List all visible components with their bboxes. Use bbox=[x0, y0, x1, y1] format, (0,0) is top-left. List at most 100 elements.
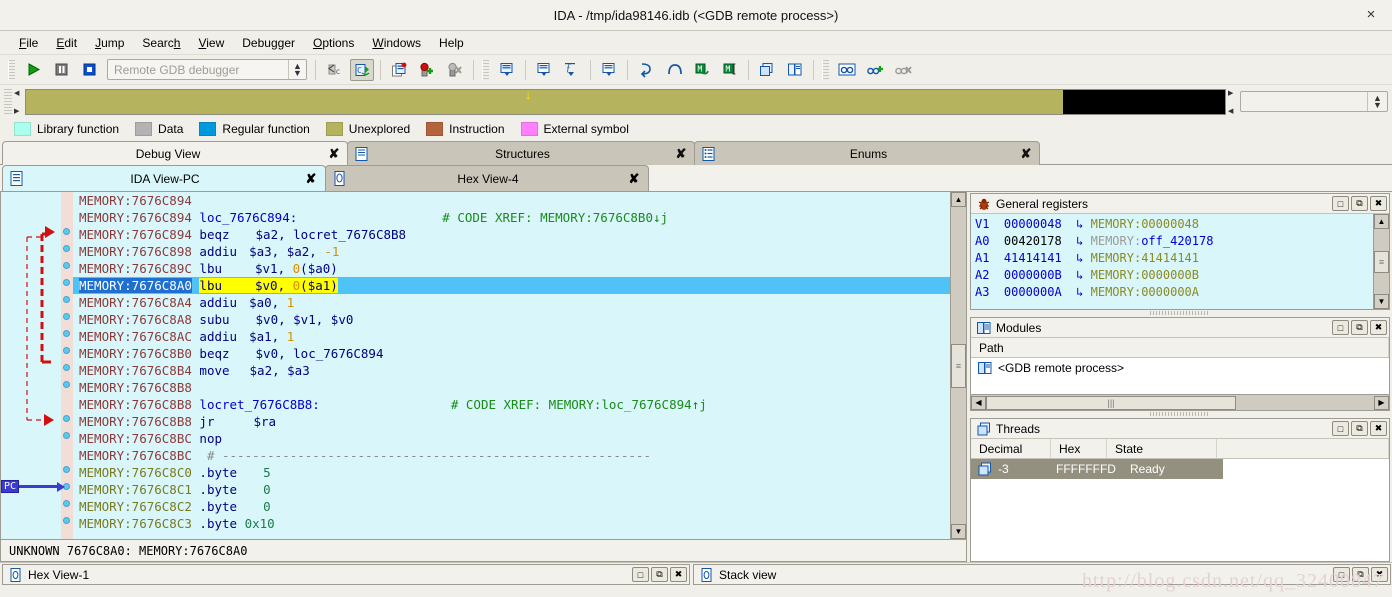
code-label[interactable]: loc_7676C894: bbox=[199, 210, 297, 225]
code-operands[interactable]: $ra bbox=[253, 414, 276, 429]
register-row[interactable]: A3 0000000A ↳ MEMORY:0000000A bbox=[975, 284, 1373, 301]
code-line[interactable]: MEMORY:7676C8B4 move $a2, $a3 bbox=[73, 362, 950, 379]
code-line[interactable]: MEMORY:7676C898 addiu $a3, $a2, -1 bbox=[73, 243, 950, 260]
threads-column-state[interactable]: State bbox=[1107, 439, 1217, 458]
code-line[interactable]: MEMORY:7676C8C0 .byte 5 bbox=[73, 464, 950, 481]
code-operands[interactable]: $a2, locret_7676C8B8 bbox=[256, 227, 407, 242]
toolbar-grip[interactable] bbox=[482, 59, 489, 80]
registers-vertical-scrollbar[interactable]: ▲ ≡ ▼ bbox=[1373, 214, 1389, 309]
tab-enums[interactable]: Enums ✘ bbox=[694, 141, 1040, 165]
code-line[interactable]: MEMORY:7676C894 bbox=[73, 192, 950, 209]
code-line[interactable]: MEMORY:7676C8BC # ----------------------… bbox=[73, 447, 950, 464]
debugger-select[interactable]: Remote GDB debugger ▲ ▼ bbox=[107, 59, 307, 80]
tab-structures[interactable]: Structures ✘ bbox=[347, 141, 695, 165]
modules-horizontal-scrollbar[interactable]: ◀ ||| ▶ bbox=[971, 394, 1389, 410]
code-line[interactable]: MEMORY:7676C8B8 locret_7676C8B8: # CODE X… bbox=[73, 396, 950, 413]
address-combo-spinner[interactable]: ▲ ▼ bbox=[1367, 92, 1387, 111]
add-watch-icon[interactable] bbox=[863, 59, 887, 81]
scroll-thumb[interactable]: ≡ bbox=[951, 343, 966, 388]
code-line[interactable]: MEMORY:7676C8B0 beqz $v0, loc_7676C894 bbox=[73, 345, 950, 362]
watch-view-icon[interactable] bbox=[835, 59, 859, 81]
scroll-up-icon[interactable]: ▲ bbox=[1374, 214, 1389, 229]
step-into-icon[interactable]: c bbox=[322, 59, 346, 81]
modules-window-icon[interactable] bbox=[783, 59, 807, 81]
modules-float-button[interactable]: ⧉ bbox=[1351, 320, 1368, 335]
refresh-module-icon[interactable]: M bbox=[690, 59, 714, 81]
bp-dot[interactable] bbox=[63, 347, 70, 354]
code-line[interactable]: MEMORY:7676C8C3 .byte 0x10 bbox=[73, 515, 950, 532]
bp-dot[interactable] bbox=[63, 330, 70, 337]
tab-structures-close-icon[interactable]: ✘ bbox=[674, 146, 688, 162]
bp-dot[interactable] bbox=[63, 432, 70, 439]
stackview-restore-button[interactable]: □ bbox=[1333, 567, 1350, 582]
toolbar-grip[interactable] bbox=[8, 59, 15, 80]
menu-item-windows[interactable]: Windows bbox=[363, 34, 430, 52]
register-target[interactable]: 41414141 bbox=[1141, 251, 1199, 265]
code-line-current[interactable]: MEMORY:7676C8A0 lbu $v0, 0($a1) bbox=[73, 277, 950, 294]
navband-left-arrows[interactable]: ◀ ▶ bbox=[12, 89, 23, 115]
registers-restore-button[interactable]: □ bbox=[1332, 196, 1349, 211]
code-line[interactable]: MEMORY:7676C89C lbu $v1, 0($a0) bbox=[73, 260, 950, 277]
scroll-right-icon[interactable]: ▶ bbox=[1374, 395, 1389, 410]
modules-list[interactable]: <GDB remote process> bbox=[971, 358, 1389, 394]
code-xref-comment[interactable]: # CODE XREF: MEMORY:7676C8B0↓j bbox=[442, 210, 668, 225]
scroll-left-icon[interactable]: ◀ bbox=[971, 395, 986, 410]
hexview-restore-button[interactable]: □ bbox=[632, 567, 649, 582]
run-button[interactable] bbox=[21, 59, 45, 81]
general-registers-body[interactable]: V1 00000048 ↳ MEMORY:00000048 A0 0042017… bbox=[971, 214, 1389, 309]
jump-back-icon[interactable] bbox=[634, 59, 658, 81]
structures-down-icon[interactable] bbox=[597, 59, 621, 81]
register-value[interactable]: 0000000B bbox=[1004, 268, 1062, 282]
modules-restore-button[interactable]: □ bbox=[1332, 320, 1349, 335]
disassembly-text[interactable]: MEMORY:7676C894 MEMORY:7676C894 loc_7676… bbox=[73, 192, 950, 539]
step-over-icon[interactable]: C bbox=[350, 58, 374, 81]
code-operands[interactable]: $a1, 1 bbox=[249, 329, 294, 344]
register-value[interactable]: 00420178 bbox=[1004, 234, 1062, 248]
tab-enums-close-icon[interactable]: ✘ bbox=[1019, 146, 1033, 162]
scroll-down-icon[interactable]: ▼ bbox=[1374, 294, 1389, 309]
modules-column-path[interactable]: Path bbox=[971, 338, 1389, 357]
bp-dot[interactable] bbox=[63, 279, 70, 286]
tab-hex-view-4-close-icon[interactable]: ✘ bbox=[626, 171, 642, 187]
code-line[interactable]: MEMORY:7676C8A8 subu $v0, $v1, $v0 bbox=[73, 311, 950, 328]
run-to-cursor-icon[interactable] bbox=[387, 59, 411, 81]
menu-item-debugger[interactable]: Debugger bbox=[233, 34, 304, 52]
bottom-tab-hex-view-1[interactable]: Hex View-1 □ ⧉ ✖ bbox=[2, 564, 690, 585]
code-data-value[interactable]: 0x10 bbox=[245, 516, 275, 531]
open-subviews-icon[interactable] bbox=[495, 59, 519, 81]
registers-close-button[interactable]: ✖ bbox=[1370, 196, 1387, 211]
code-operands[interactable]: $a2, $a3 bbox=[250, 363, 310, 378]
threads-column-decimal[interactable]: Decimal bbox=[971, 439, 1051, 458]
bp-dot[interactable] bbox=[63, 296, 70, 303]
table-row[interactable]: -3 FFFFFFFD Ready bbox=[971, 459, 1223, 479]
bp-dot[interactable] bbox=[63, 364, 70, 371]
stackview-close-button[interactable]: ✖ bbox=[1371, 567, 1388, 582]
register-row[interactable]: V1 00000048 ↳ MEMORY:00000048 bbox=[975, 216, 1373, 233]
code-xref-comment[interactable]: # CODE XREF: MEMORY:loc_7676C894↑j bbox=[451, 397, 707, 412]
code-data-value[interactable]: 5 bbox=[263, 465, 271, 480]
menu-item-jump[interactable]: Jump bbox=[86, 34, 133, 52]
code-line[interactable]: MEMORY:7676C8C2 .byte 0 bbox=[73, 498, 950, 515]
code-line[interactable]: MEMORY:7676C8BC nop bbox=[73, 430, 950, 447]
bp-dot[interactable] bbox=[63, 517, 70, 524]
bp-dot[interactable] bbox=[63, 262, 70, 269]
register-target[interactable]: 00000048 bbox=[1141, 217, 1199, 231]
scroll-thumb[interactable]: ||| bbox=[986, 395, 1236, 410]
menu-item-view[interactable]: View bbox=[189, 34, 233, 52]
window-close-button[interactable]: × bbox=[1362, 7, 1380, 25]
pause-button[interactable] bbox=[49, 59, 73, 81]
code-line[interactable]: MEMORY:7676C8C1 .byte 0 bbox=[73, 481, 950, 498]
list-item[interactable]: <GDB remote process> bbox=[971, 358, 1389, 378]
code-data-value[interactable]: 0 bbox=[263, 482, 271, 497]
register-target[interactable]: off_420178 bbox=[1141, 234, 1213, 248]
address-combo[interactable]: ▲ ▼ bbox=[1240, 91, 1388, 112]
threads-column-hex[interactable]: Hex bbox=[1051, 439, 1107, 458]
bp-dot[interactable] bbox=[63, 415, 70, 422]
scroll-track-lower[interactable] bbox=[1374, 273, 1389, 295]
threads-list[interactable]: -3 FFFFFFFD Ready bbox=[971, 459, 1389, 561]
bp-dot[interactable] bbox=[63, 500, 70, 507]
navband-cursor[interactable]: ↓ bbox=[524, 88, 533, 102]
bp-dot[interactable] bbox=[63, 466, 70, 473]
register-row[interactable]: A0 00420178 ↳ MEMORY:off_420178 bbox=[975, 233, 1373, 250]
menu-item-search[interactable]: Search bbox=[133, 34, 189, 52]
